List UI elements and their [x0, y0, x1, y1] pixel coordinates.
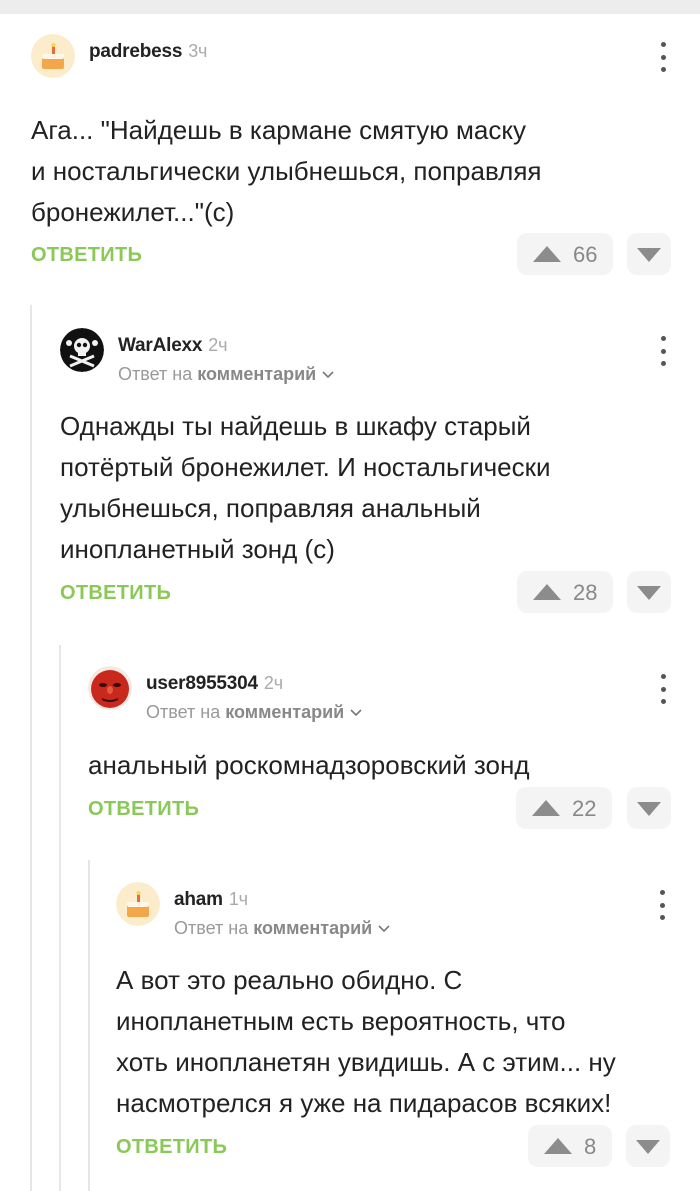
- comment-header: aham 1ч Ответ на комментарий: [116, 882, 671, 938]
- reply-button[interactable]: ОТВЕТИТЬ: [60, 582, 171, 605]
- username[interactable]: aham 1ч: [174, 889, 248, 911]
- rating-count: 28: [573, 580, 598, 605]
- arrow-down-icon: [637, 248, 661, 262]
- comment-text: Однажды ты найдешь в шкафу старый потёрт…: [60, 411, 551, 564]
- comment-header: padrebess 3ч: [31, 34, 671, 82]
- reply-to-link[interactable]: Ответ на комментарий: [118, 364, 334, 385]
- downvote-button[interactable]: [627, 787, 671, 829]
- comment: padrebess 3ч Ага... "Найдешь в кармане см…: [31, 34, 671, 284]
- more-options-icon[interactable]: [655, 42, 671, 72]
- comment-time: 1ч: [228, 889, 248, 909]
- reply-button[interactable]: ОТВЕТИТЬ: [116, 1136, 227, 1159]
- thread-line: [30, 305, 32, 1191]
- reply-to-link[interactable]: Ответ на комментарий: [174, 918, 390, 939]
- red-face-avatar-icon[interactable]: [88, 666, 132, 710]
- thread-line: [88, 860, 90, 1191]
- more-options-icon[interactable]: [655, 336, 671, 366]
- upvote-button[interactable]: 28: [517, 571, 613, 613]
- cake-avatar-icon[interactable]: [116, 882, 160, 926]
- reply-button[interactable]: ОТВЕТИТЬ: [31, 244, 142, 267]
- chevron-down-icon: [350, 709, 362, 717]
- arrow-down-icon: [637, 802, 661, 816]
- username[interactable]: padrebess 3ч: [89, 41, 207, 63]
- downvote-button[interactable]: [626, 1125, 670, 1167]
- comment-time: 3ч: [188, 41, 208, 61]
- username[interactable]: user8955304 2ч: [146, 673, 283, 695]
- reply-button[interactable]: ОТВЕТИТЬ: [88, 798, 199, 821]
- downvote-button[interactable]: [627, 233, 671, 275]
- arrow-down-icon: [636, 1140, 660, 1154]
- chevron-down-icon: [322, 371, 334, 379]
- jolly-roger-avatar-icon[interactable]: [60, 328, 104, 372]
- upvote-button[interactable]: 22: [516, 787, 612, 829]
- comment-header: WarAlexx 2ч Ответ на комментарий: [60, 328, 671, 384]
- arrow-up-icon: [532, 800, 560, 816]
- upvote-button[interactable]: 66: [517, 233, 613, 275]
- arrow-up-icon: [533, 246, 561, 262]
- cake-avatar-icon[interactable]: [31, 34, 75, 78]
- thread-line: [59, 645, 61, 1191]
- comment-header: user8955304 2ч Ответ на комментарий: [88, 666, 671, 722]
- comment-time: 2ч: [263, 673, 283, 693]
- comment-text: А вот это реально обидно. С инопланетным…: [116, 965, 616, 1118]
- chevron-down-icon: [378, 925, 390, 933]
- comment-text: анальный роскомнадзоровский зонд: [88, 750, 530, 780]
- comment: aham 1ч Ответ на комментарий А вот это ре…: [116, 882, 671, 1172]
- comment: WarAlexx 2ч Ответ на комментарий Однажды …: [60, 328, 671, 618]
- upvote-button[interactable]: 8: [528, 1125, 612, 1167]
- top-divider: [0, 0, 700, 14]
- rating-count: 22: [572, 796, 597, 821]
- downvote-button[interactable]: [627, 571, 671, 613]
- more-options-icon[interactable]: [655, 674, 671, 704]
- rating-count: 66: [573, 242, 598, 267]
- comment-time: 2ч: [208, 335, 228, 355]
- comment-text: Ага... "Найдешь в кармане смятую маску и…: [31, 115, 542, 227]
- arrow-up-icon: [533, 584, 561, 600]
- arrow-up-icon: [544, 1138, 572, 1154]
- username[interactable]: WarAlexx 2ч: [118, 335, 227, 357]
- arrow-down-icon: [637, 586, 661, 600]
- comment: user8955304 2ч Ответ на комментарий аналь…: [88, 666, 671, 836]
- rating-count: 8: [584, 1134, 597, 1159]
- more-options-icon[interactable]: [654, 890, 670, 920]
- reply-to-link[interactable]: Ответ на комментарий: [146, 702, 362, 723]
